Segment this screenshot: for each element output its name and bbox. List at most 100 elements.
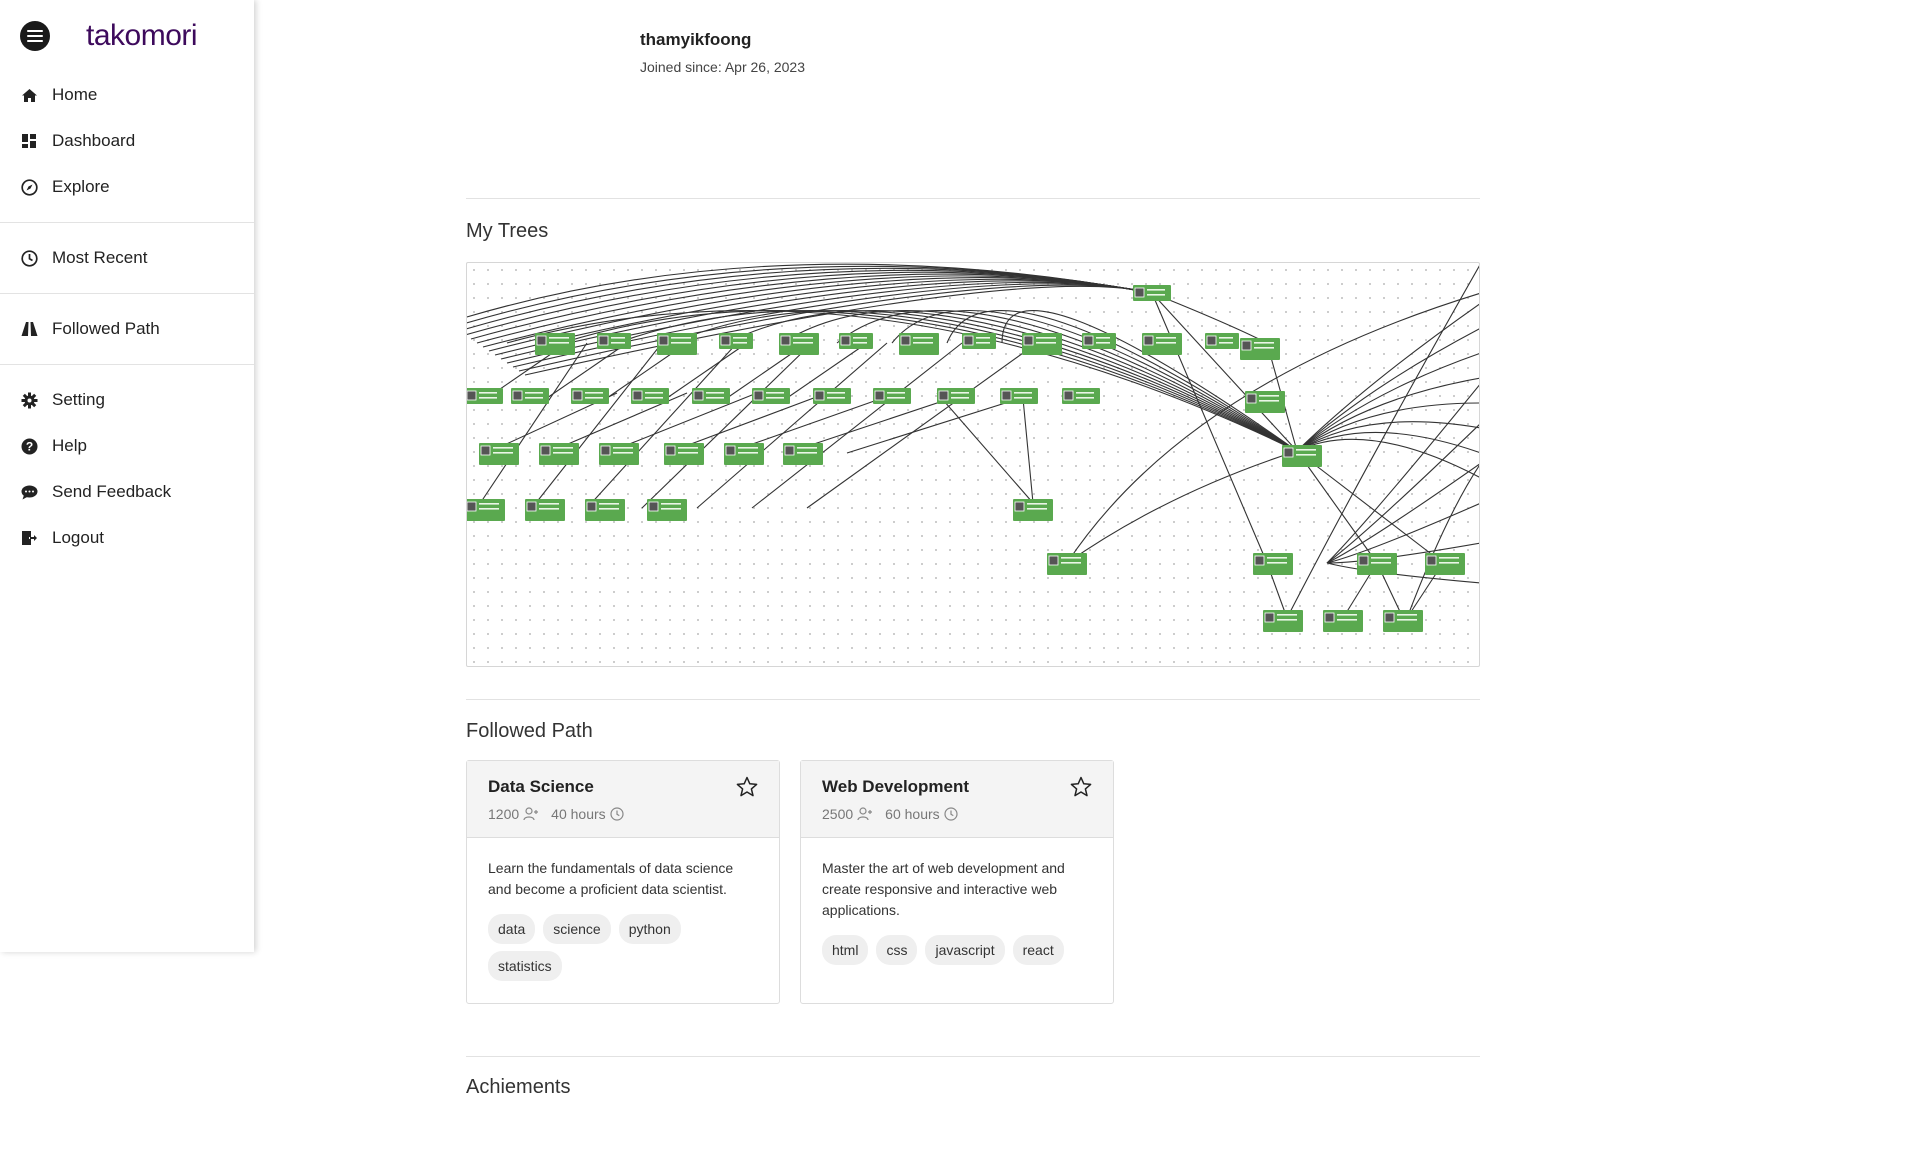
tree-node-text xyxy=(645,392,663,394)
tree-node-avatar xyxy=(1241,340,1252,351)
star-icon[interactable] xyxy=(1069,775,1093,799)
tag-chip[interactable]: css xyxy=(876,935,918,965)
tag-chip[interactable]: science xyxy=(543,914,611,944)
path-card[interactable]: Data Science 1200 40 hours Learn the fun… xyxy=(466,760,780,1004)
tree-node-text xyxy=(493,447,513,449)
followers-icon xyxy=(853,807,873,821)
tree-node-text xyxy=(1014,397,1032,399)
nav-group-main: Home Dashboard Explore xyxy=(0,72,254,210)
tree-node-avatar xyxy=(1324,612,1335,623)
sidebar-item-send-feedback[interactable]: Send Feedback xyxy=(0,469,254,515)
followers-count: 2500 xyxy=(822,806,873,822)
tree-node-avatar xyxy=(753,390,764,401)
tree-node-text xyxy=(1371,562,1391,564)
sidebar-item-help[interactable]: ? Help xyxy=(0,423,254,469)
path-card[interactable]: Web Development 2500 60 hours Master the… xyxy=(800,760,1114,1004)
tree-node-avatar xyxy=(1358,555,1369,566)
tree-graph[interactable] xyxy=(467,263,1480,667)
brand-bar: takomori xyxy=(0,0,254,72)
star-icon[interactable] xyxy=(735,775,759,799)
tree-node-text xyxy=(1076,397,1094,399)
tree-node-avatar xyxy=(938,390,949,401)
tree-node-avatar xyxy=(780,335,791,346)
tag-chip[interactable]: javascript xyxy=(925,935,1005,965)
tree-node-avatar xyxy=(1246,393,1257,404)
tree-node-text xyxy=(613,447,633,449)
duration: 40 hours xyxy=(551,806,624,822)
divider xyxy=(466,699,1480,700)
tree-graph-canvas[interactable] xyxy=(466,262,1480,667)
path-card-body: Master the art of web development and cr… xyxy=(801,838,1113,987)
hamburger-menu-icon[interactable] xyxy=(20,21,50,51)
tree-node-text xyxy=(645,397,663,399)
path-card-body: Learn the fundamentals of data science a… xyxy=(467,838,779,1003)
tree-node-text xyxy=(1061,557,1081,559)
sidebar-item-label: Followed Path xyxy=(52,319,160,338)
tree-node-text xyxy=(1277,619,1297,621)
sidebar-item-setting[interactable]: Setting xyxy=(0,377,254,423)
tree-node-text xyxy=(493,452,513,454)
tree-node-text xyxy=(738,452,758,454)
username: thamyikfoong xyxy=(640,30,752,49)
path-card-header: Data Science 1200 40 hours xyxy=(467,761,779,838)
tree-node-text xyxy=(1036,342,1056,344)
tree-node-text xyxy=(1027,503,1047,505)
tree-node-text xyxy=(479,392,497,394)
tree-node-text xyxy=(1254,342,1274,344)
tree-node-text xyxy=(1439,557,1459,559)
tree-node-text xyxy=(853,342,867,344)
sidebar-item-label: Setting xyxy=(52,390,105,409)
clock-icon xyxy=(20,249,38,267)
tree-node-text xyxy=(585,392,603,394)
sidebar-item-followed-path[interactable]: Followed Path xyxy=(0,306,254,352)
followed-path-title: Followed Path xyxy=(466,720,593,742)
chat-icon xyxy=(20,483,38,501)
tree-node-text xyxy=(1027,508,1047,510)
tree-node-text xyxy=(913,342,933,344)
sidebar-item-label: Dashboard xyxy=(52,131,136,150)
nav-group-recent: Most Recent xyxy=(0,235,254,281)
sidebar-item-dashboard[interactable]: Dashboard xyxy=(0,118,254,164)
tree-node-text xyxy=(1147,294,1165,296)
sidebar-item-home[interactable]: Home xyxy=(0,72,254,118)
achievements-title: Achiements xyxy=(466,1076,571,1098)
tree-node-text xyxy=(1337,614,1357,616)
tag-list: data science python statistics xyxy=(488,914,759,981)
sidebar: takomori Home Dashboard Explore Most Recen… xyxy=(0,0,254,952)
sidebar-item-most-recent[interactable]: Most Recent xyxy=(0,235,254,281)
tag-chip[interactable]: python xyxy=(618,914,681,944)
tag-chip[interactable]: data xyxy=(488,914,536,944)
divider xyxy=(466,198,1480,199)
sidebar-item-logout[interactable]: Logout xyxy=(0,515,254,561)
tree-node-avatar xyxy=(1083,335,1094,346)
tree-node-avatar xyxy=(1014,501,1025,512)
tree-node-text xyxy=(549,342,569,344)
tree-node-text xyxy=(797,447,817,449)
tree-node-avatar xyxy=(512,390,523,401)
followers-value: 1200 xyxy=(488,806,520,822)
tree-node-text xyxy=(1296,449,1316,451)
tree-node-text xyxy=(599,508,619,510)
sidebar-item-label: Logout xyxy=(52,528,104,547)
tree-node-text xyxy=(1254,347,1274,349)
tree-node-text xyxy=(525,392,543,394)
tree-node-avatar xyxy=(648,501,659,512)
app-logo[interactable]: takomori xyxy=(86,19,198,53)
road-icon xyxy=(20,320,38,338)
sidebar-item-label: Help xyxy=(52,436,87,455)
tree-node-avatar xyxy=(1063,390,1074,401)
duration-value: 40 hours xyxy=(551,806,606,822)
tree-node-text xyxy=(553,452,573,454)
nav-group-followed: Followed Path xyxy=(0,306,254,352)
tree-node-avatar xyxy=(536,335,547,346)
tree-node-text xyxy=(706,397,724,399)
tree-node-avatar xyxy=(1384,612,1395,623)
tree-node-avatar xyxy=(1254,555,1265,566)
sidebar-item-label: Most Recent xyxy=(52,248,148,267)
tag-list: html css javascript react xyxy=(822,935,1093,965)
tag-chip[interactable]: statistics xyxy=(488,951,562,981)
sidebar-item-explore[interactable]: Explore xyxy=(0,164,254,210)
tree-node-text xyxy=(706,392,724,394)
tag-chip[interactable]: html xyxy=(822,935,869,965)
tag-chip[interactable]: react xyxy=(1012,935,1064,965)
